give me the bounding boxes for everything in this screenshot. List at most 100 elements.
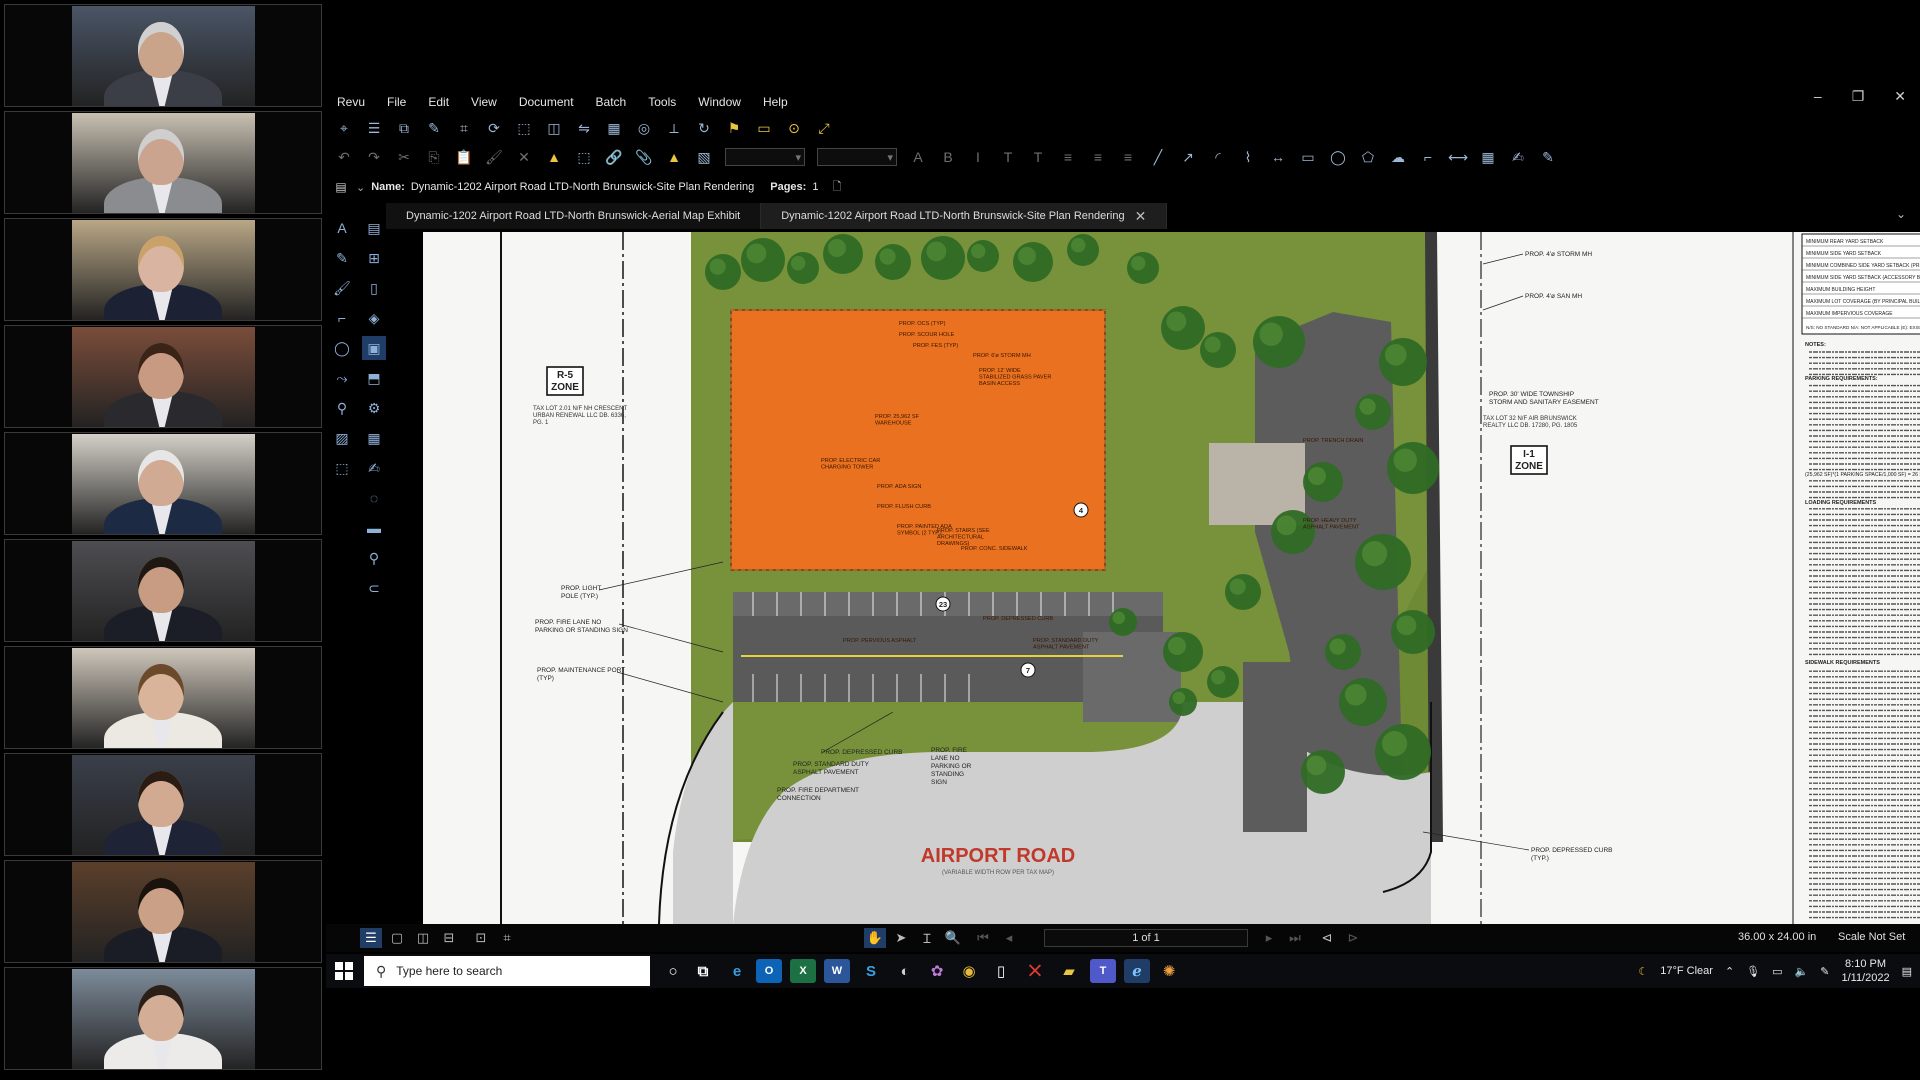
- brush-icon[interactable]: 🖌: [330, 276, 354, 300]
- page-doc-icon[interactable]: 🗋: [832, 178, 841, 197]
- menu-item-file[interactable]: File: [376, 95, 417, 109]
- arrow-icon[interactable]: ↗: [1176, 145, 1200, 169]
- eraser-icon[interactable]: ◌: [362, 486, 386, 510]
- next-page-icon[interactable]: ▸: [1258, 928, 1280, 948]
- link-icon[interactable]: ⊙: [782, 116, 806, 140]
- highlight-icon[interactable]: ▲: [542, 145, 566, 169]
- task-view-icon[interactable]: ⧉: [690, 959, 716, 983]
- italic-icon[interactable]: I: [966, 145, 990, 169]
- participant-tile[interactable]: [4, 967, 322, 1070]
- participant-tile[interactable]: [4, 753, 322, 856]
- participant-tile[interactable]: [4, 325, 322, 428]
- menu-item-tools[interactable]: Tools: [637, 95, 687, 109]
- app-s-icon[interactable]: S: [858, 959, 884, 983]
- forward-view-icon[interactable]: ⊳: [1342, 928, 1364, 948]
- align-right-icon[interactable]: ≡: [1116, 145, 1140, 169]
- word-icon[interactable]: W: [824, 959, 850, 983]
- align-center-icon[interactable]: ≡: [1086, 145, 1110, 169]
- split-view-icon[interactable]: ⊟: [438, 928, 460, 948]
- redo-icon[interactable]: ↷: [362, 145, 386, 169]
- menu-item-help[interactable]: Help: [752, 95, 799, 109]
- sync-icon[interactable]: ↻: [692, 116, 716, 140]
- layers-icon[interactable]: ◈: [362, 306, 386, 330]
- weather-icon[interactable]: ☾: [1638, 965, 1648, 978]
- acrobat-icon[interactable]: ⨉: [1022, 959, 1048, 983]
- participant-tile[interactable]: [4, 860, 322, 963]
- network-icon[interactable]: ▭: [1772, 965, 1782, 978]
- cut-icon[interactable]: ✂: [392, 145, 416, 169]
- studio-icon[interactable]: ⬒: [362, 366, 386, 390]
- outlook-icon[interactable]: O: [756, 959, 782, 983]
- measure-icon[interactable]: ⟂: [662, 116, 686, 140]
- page-indicator[interactable]: 1 of 1: [1044, 929, 1248, 947]
- clock[interactable]: 8:10 PM 1/11/2022: [1841, 957, 1889, 985]
- font-size-field[interactable]: ▾: [817, 148, 897, 166]
- windows-start-icon[interactable]: [334, 961, 354, 981]
- signature-icon[interactable]: ✍: [362, 456, 386, 480]
- ellipse-icon[interactable]: ◯: [330, 336, 354, 360]
- align-left-icon[interactable]: ≡: [1056, 145, 1080, 169]
- document-icon[interactable]: ▤: [332, 178, 350, 196]
- attach-icon[interactable]: 📎: [632, 145, 656, 169]
- menu-item-view[interactable]: View: [460, 95, 508, 109]
- file-icon[interactable]: ▯: [988, 959, 1014, 983]
- file-access-icon[interactable]: ▯: [362, 276, 386, 300]
- pages-icon[interactable]: ⧉: [392, 116, 416, 140]
- link-icon[interactable]: ⊂: [362, 576, 386, 600]
- app-icon-3[interactable]: ✺: [1156, 959, 1182, 983]
- minimize-button[interactable]: –: [1814, 88, 1822, 105]
- stamp-icon[interactable]: ⬚: [512, 116, 536, 140]
- participant-tile[interactable]: [4, 218, 322, 321]
- strike-icon[interactable]: T: [1026, 145, 1050, 169]
- arc-icon[interactable]: ◜: [1206, 145, 1230, 169]
- rectangle-icon[interactable]: ▭: [1296, 145, 1320, 169]
- menu-item-document[interactable]: Document: [508, 95, 585, 109]
- crop-icon[interactable]: ⬚: [330, 456, 354, 480]
- crop-view-icon[interactable]: ⌗: [496, 928, 518, 948]
- stamp-icon[interactable]: ⚲: [330, 396, 354, 420]
- teams-icon[interactable]: T: [1090, 959, 1116, 983]
- file-explorer-icon[interactable]: ▰: [1056, 959, 1082, 983]
- target-icon[interactable]: ◎: [632, 116, 656, 140]
- app-icon-2[interactable]: ✿: [924, 959, 950, 983]
- format-icon[interactable]: 🖌: [482, 145, 506, 169]
- overlay-icon[interactable]: ◫: [542, 116, 566, 140]
- rotate-icon[interactable]: ⟳: [482, 116, 506, 140]
- sign-icon[interactable]: ✍: [1506, 145, 1530, 169]
- save-icon[interactable]: ▬: [362, 516, 386, 540]
- image-icon[interactable]: ▨: [330, 426, 354, 450]
- grid-icon[interactable]: ▦: [602, 116, 626, 140]
- text-select-icon[interactable]: Ɪ: [916, 928, 938, 948]
- edge-icon[interactable]: e: [724, 959, 750, 983]
- app-icon-1[interactable]: ◐: [892, 959, 918, 983]
- crop-icon[interactable]: ⌗: [452, 116, 476, 140]
- search-icon[interactable]: ⚲: [362, 546, 386, 570]
- bluebeam-icon[interactable]: ℯ: [1124, 959, 1150, 983]
- volume-icon[interactable]: 🔈: [1795, 965, 1809, 978]
- participant-tile[interactable]: [4, 539, 322, 642]
- close-button[interactable]: ✕: [1894, 88, 1906, 105]
- microphone-icon[interactable]: 🎙: [1746, 965, 1760, 978]
- tab-aerial-map[interactable]: Dynamic-1202 Airport Road LTD-North Brun…: [386, 203, 762, 229]
- measure-icon[interactable]: ▦: [362, 426, 386, 450]
- menu-item-edit[interactable]: Edit: [417, 95, 460, 109]
- menu-item-revu[interactable]: Revu: [326, 95, 376, 109]
- font-family-field[interactable]: ▾: [725, 148, 805, 166]
- tab-site-plan[interactable]: Dynamic-1202 Airport Road LTD-North Brun…: [761, 203, 1168, 229]
- tab-list-chevron-icon[interactable]: ⌄: [1896, 207, 1906, 221]
- delete-icon[interactable]: ✕: [512, 145, 536, 169]
- zoom-tool-icon[interactable]: 🔍: [942, 928, 964, 948]
- drawing-canvas[interactable]: R-5 ZONE I-1 ZONE TAX LOT 2.01 N/F NH CRESCE…: [423, 232, 1920, 924]
- list-view-icon[interactable]: ☰: [360, 928, 382, 948]
- markup-icon[interactable]: ✎: [422, 116, 446, 140]
- first-page-icon[interactable]: ⏮: [972, 928, 994, 948]
- undo-icon[interactable]: ↶: [332, 145, 356, 169]
- pen-tray-icon[interactable]: ✎: [1820, 965, 1829, 978]
- back-view-icon[interactable]: ⊲: [1316, 928, 1338, 948]
- tray-chevron-icon[interactable]: ⌃: [1725, 965, 1734, 978]
- text-color-icon[interactable]: A: [906, 145, 930, 169]
- callout-icon[interactable]: ⌐: [330, 306, 354, 330]
- settings-icon[interactable]: ⚙: [362, 396, 386, 420]
- menu-item-window[interactable]: Window: [687, 95, 752, 109]
- bookmarks-icon[interactable]: ▤: [362, 216, 386, 240]
